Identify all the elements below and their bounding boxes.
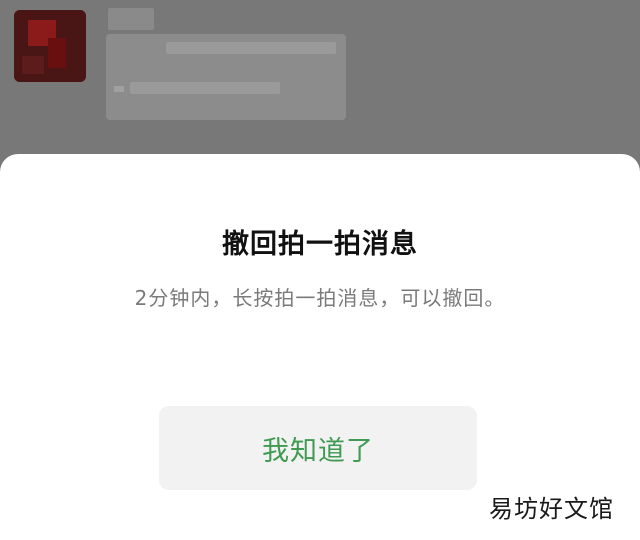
got-it-button[interactable]: 我知道了 — [159, 406, 477, 490]
dialog-description: 2分钟内，长按拍一拍消息，可以撤回。 — [134, 286, 506, 310]
blurred-sender-name — [108, 8, 154, 30]
avatar — [14, 10, 86, 82]
watermark-text: 易坊好文馆 — [489, 495, 614, 523]
blurred-message-bubble — [106, 34, 346, 120]
screen: 撤回拍一拍消息 2分钟内，长按拍一拍消息，可以撤回。 我知道了 易坊好文馆 — [0, 0, 640, 540]
recall-pat-dialog: 撤回拍一拍消息 2分钟内，长按拍一拍消息，可以撤回。 我知道了 — [0, 154, 640, 540]
dialog-title: 撤回拍一拍消息 — [222, 229, 418, 260]
dimmed-chat-background — [0, 0, 640, 170]
